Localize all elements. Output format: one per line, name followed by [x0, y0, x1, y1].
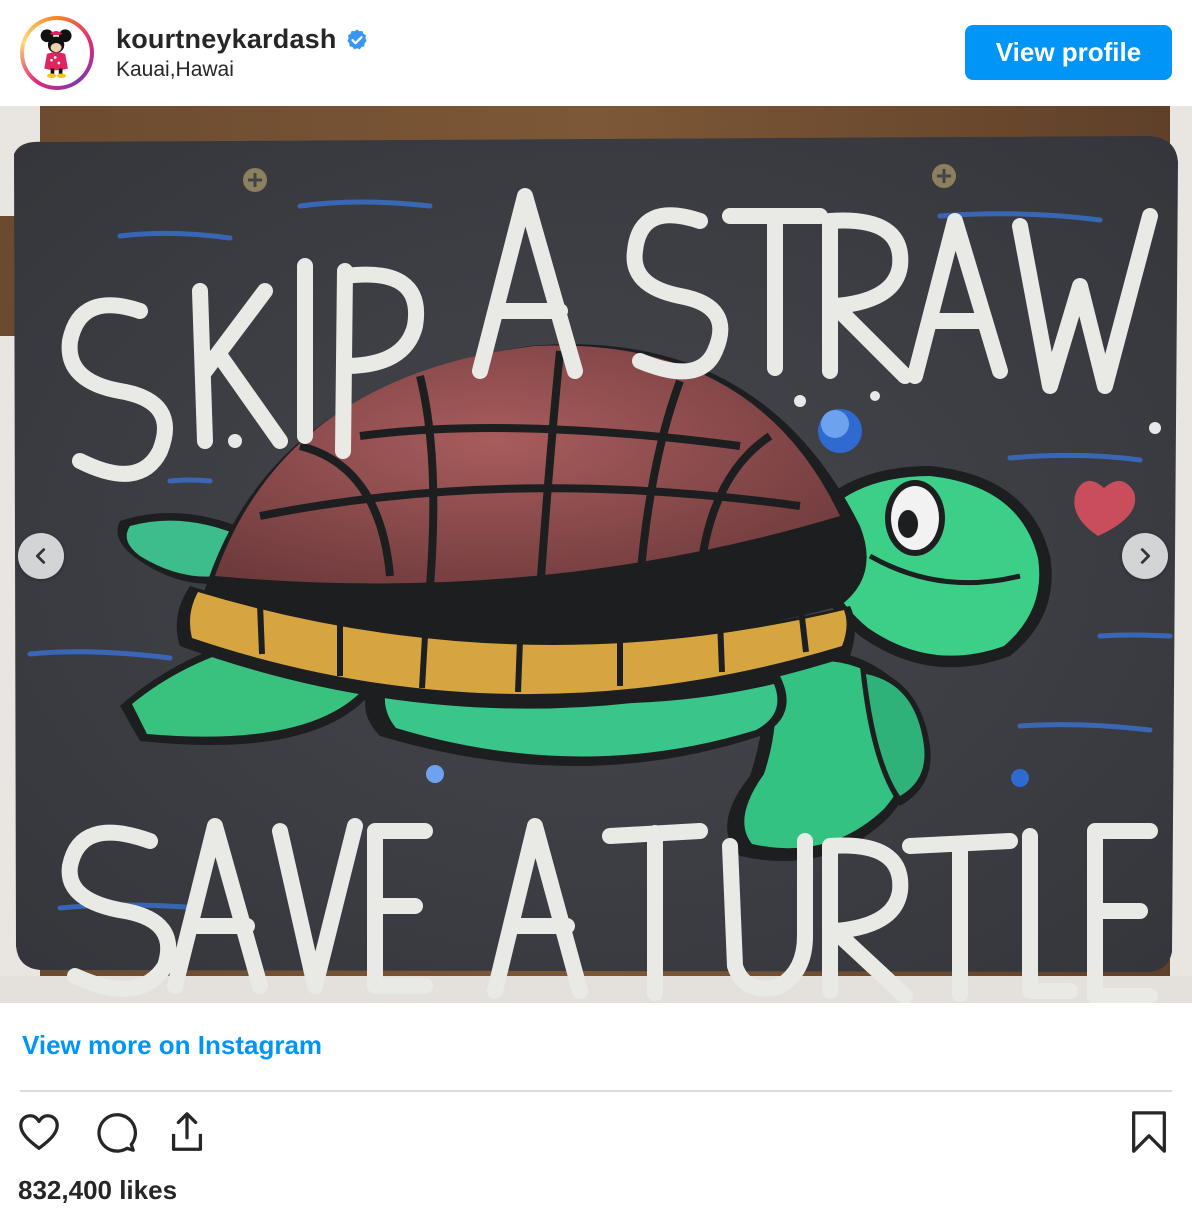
post-header: kourtneykardash Kauai,Hawai View profile [0, 0, 1192, 106]
chevron-right-icon [1140, 548, 1151, 564]
username[interactable]: kourtneykardash [116, 24, 337, 55]
share-button[interactable] [162, 1106, 212, 1158]
minnie-mouse-avatar-icon [27, 23, 87, 83]
post-photo[interactable] [0, 106, 1192, 1003]
username-row: kourtneykardash [116, 24, 369, 55]
post-location[interactable]: Kauai,Hawai [116, 58, 234, 82]
heart-icon [19, 1114, 59, 1150]
share-upload-icon [171, 1112, 203, 1151]
verified-badge-icon [346, 29, 367, 49]
view-more-on-instagram-link[interactable]: View more on Instagram [22, 1030, 322, 1061]
comment-icon [97, 1113, 137, 1153]
like-button[interactable] [14, 1106, 64, 1158]
carousel-next-button[interactable] [1122, 533, 1168, 579]
view-profile-button[interactable]: View profile [965, 25, 1172, 80]
turtle-sign-photo-icon [0, 106, 1192, 1003]
likes-count[interactable]: 832,400 likes [18, 1175, 177, 1206]
save-button[interactable] [1124, 1106, 1174, 1158]
post-actions [14, 1106, 1184, 1162]
comment-button[interactable] [90, 1106, 140, 1158]
chevron-left-icon [35, 548, 46, 564]
carousel-previous-button[interactable] [18, 533, 64, 579]
divider [20, 1090, 1172, 1092]
avatar-story-ring[interactable] [20, 16, 94, 90]
avatar[interactable] [24, 20, 90, 86]
bookmark-icon [1132, 1111, 1166, 1153]
